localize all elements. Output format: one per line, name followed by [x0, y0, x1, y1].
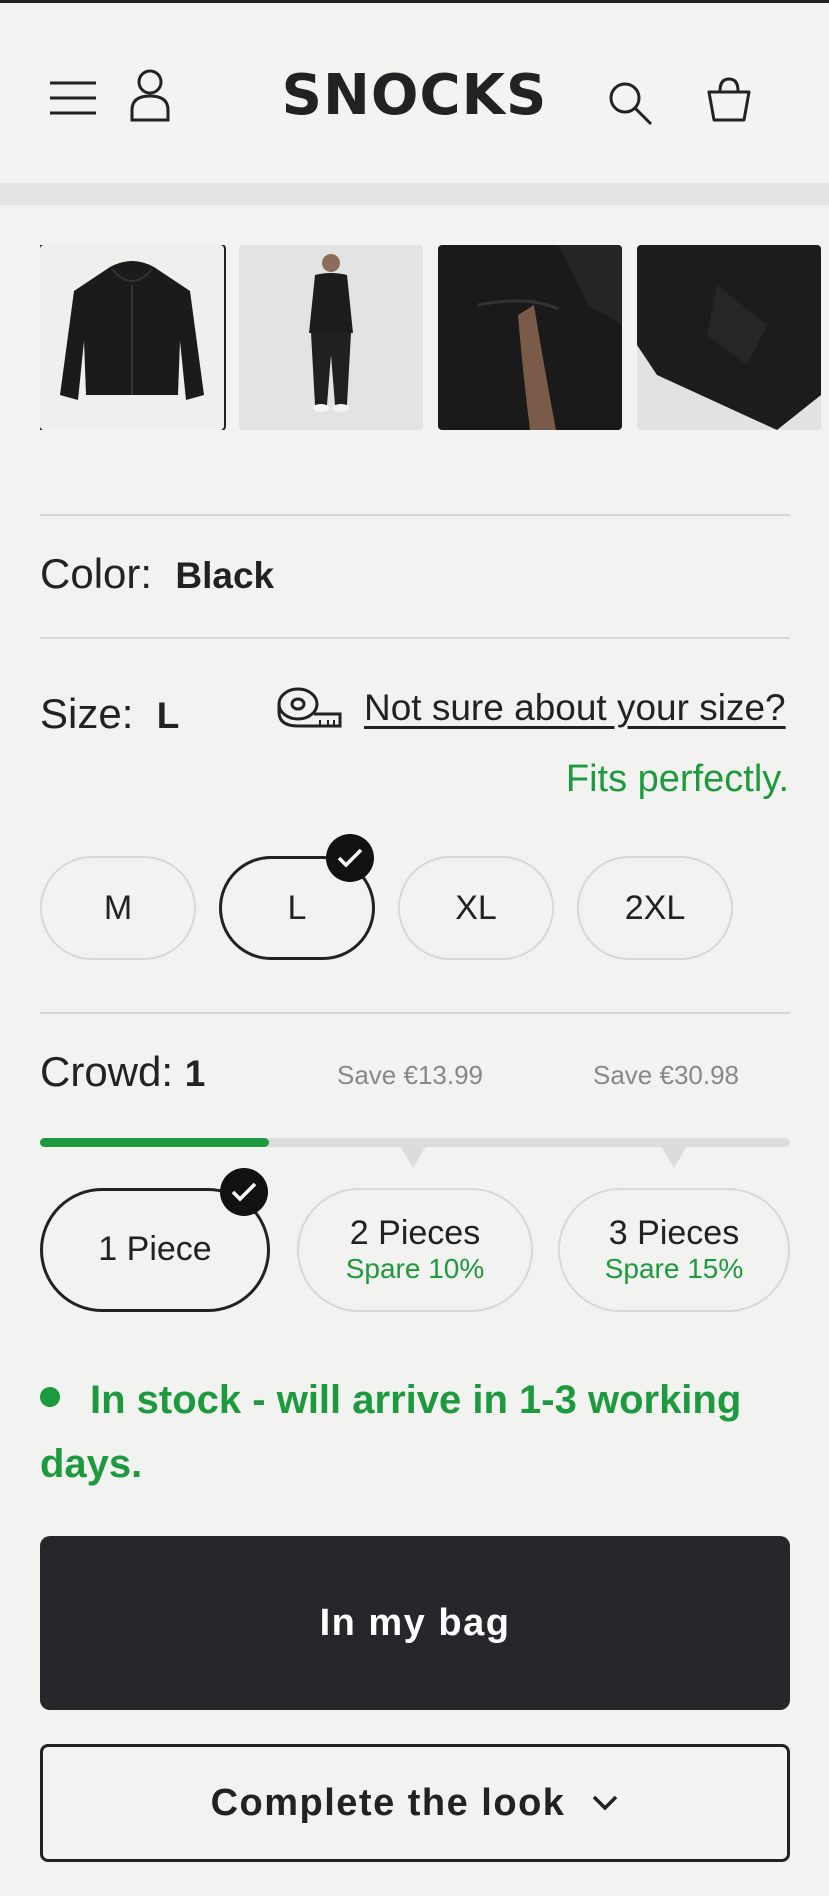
- save-amount-3: Save €30.98: [593, 1060, 740, 1090]
- size-option-label: 2XL: [624, 888, 686, 927]
- divider: [40, 1012, 790, 1014]
- measuring-tape-icon: [277, 687, 342, 728]
- save-amount-2: Save €13.99: [337, 1060, 484, 1090]
- crowd-value: 1: [184, 1053, 206, 1094]
- color-selection: Color: Black: [40, 550, 274, 598]
- quantity-option-3[interactable]: 3 Pieces Spare 15%: [558, 1188, 790, 1312]
- size-option-label: M: [103, 888, 133, 927]
- thumbnail-pocket-detail[interactable]: [438, 245, 622, 430]
- quantity-option-2[interactable]: 2 Pieces Spare 10%: [297, 1188, 533, 1312]
- size-option-m[interactable]: M: [40, 856, 196, 960]
- progress-fill: [40, 1138, 269, 1147]
- chevron-down-icon: [593, 1795, 618, 1811]
- site-header: SNOCKS: [0, 3, 829, 183]
- color-value: Black: [175, 555, 275, 596]
- crowd-selection: Crowd: 1: [40, 1048, 205, 1096]
- thumbnail-hoodie-front[interactable]: [40, 245, 226, 430]
- progress-marker: [661, 1146, 687, 1168]
- quantity-option-label: 1 Piece: [98, 1230, 212, 1269]
- search-icon[interactable]: [606, 79, 654, 127]
- image-gallery: [40, 245, 829, 430]
- size-option-2xl[interactable]: 2XL: [577, 856, 733, 960]
- size-help[interactable]: Not sure about your size?: [276, 686, 786, 730]
- check-icon: [220, 1168, 268, 1216]
- thumbnail-model-full-body[interactable]: [239, 245, 423, 430]
- size-option-xl[interactable]: XL: [398, 856, 554, 960]
- complete-look-label: Complete the look: [210, 1781, 566, 1824]
- stock-status: In stock - will arrive in 1-3 working da…: [40, 1368, 800, 1496]
- stock-text: In stock - will arrive in 1-3 working da…: [40, 1378, 742, 1486]
- header-separator: [0, 183, 829, 205]
- quantity-discount: Spare 10%: [345, 1253, 485, 1285]
- progress-marker: [400, 1146, 426, 1168]
- stock-dot-icon: [40, 1387, 60, 1407]
- size-option-label: XL: [455, 888, 497, 927]
- crowd-label: Crowd:: [40, 1048, 174, 1095]
- size-selection: Size: L: [40, 690, 179, 738]
- add-to-bag-button[interactable]: In my bag: [40, 1536, 790, 1710]
- color-label: Color:: [40, 550, 153, 597]
- brand-logo[interactable]: SNOCKS: [0, 63, 829, 128]
- quantity-option-label: 2 Pieces: [349, 1214, 481, 1253]
- divider: [40, 637, 790, 639]
- size-option-label: L: [287, 888, 307, 927]
- quantity-discount: Spare 15%: [604, 1253, 744, 1285]
- complete-the-look-button[interactable]: Complete the look: [40, 1744, 790, 1862]
- size-guide-link[interactable]: Not sure about your size?: [364, 687, 786, 729]
- divider: [40, 514, 790, 516]
- thumbnail-cuff-detail[interactable]: [637, 245, 821, 430]
- size-label: Size:: [40, 690, 134, 737]
- add-to-bag-label: In my bag: [319, 1601, 511, 1644]
- check-icon: [326, 834, 374, 882]
- size-value: L: [156, 695, 180, 736]
- bag-icon[interactable]: [706, 75, 752, 123]
- quantity-option-label: 3 Pieces: [608, 1214, 740, 1253]
- fit-note: Fits perfectly.: [565, 758, 789, 800]
